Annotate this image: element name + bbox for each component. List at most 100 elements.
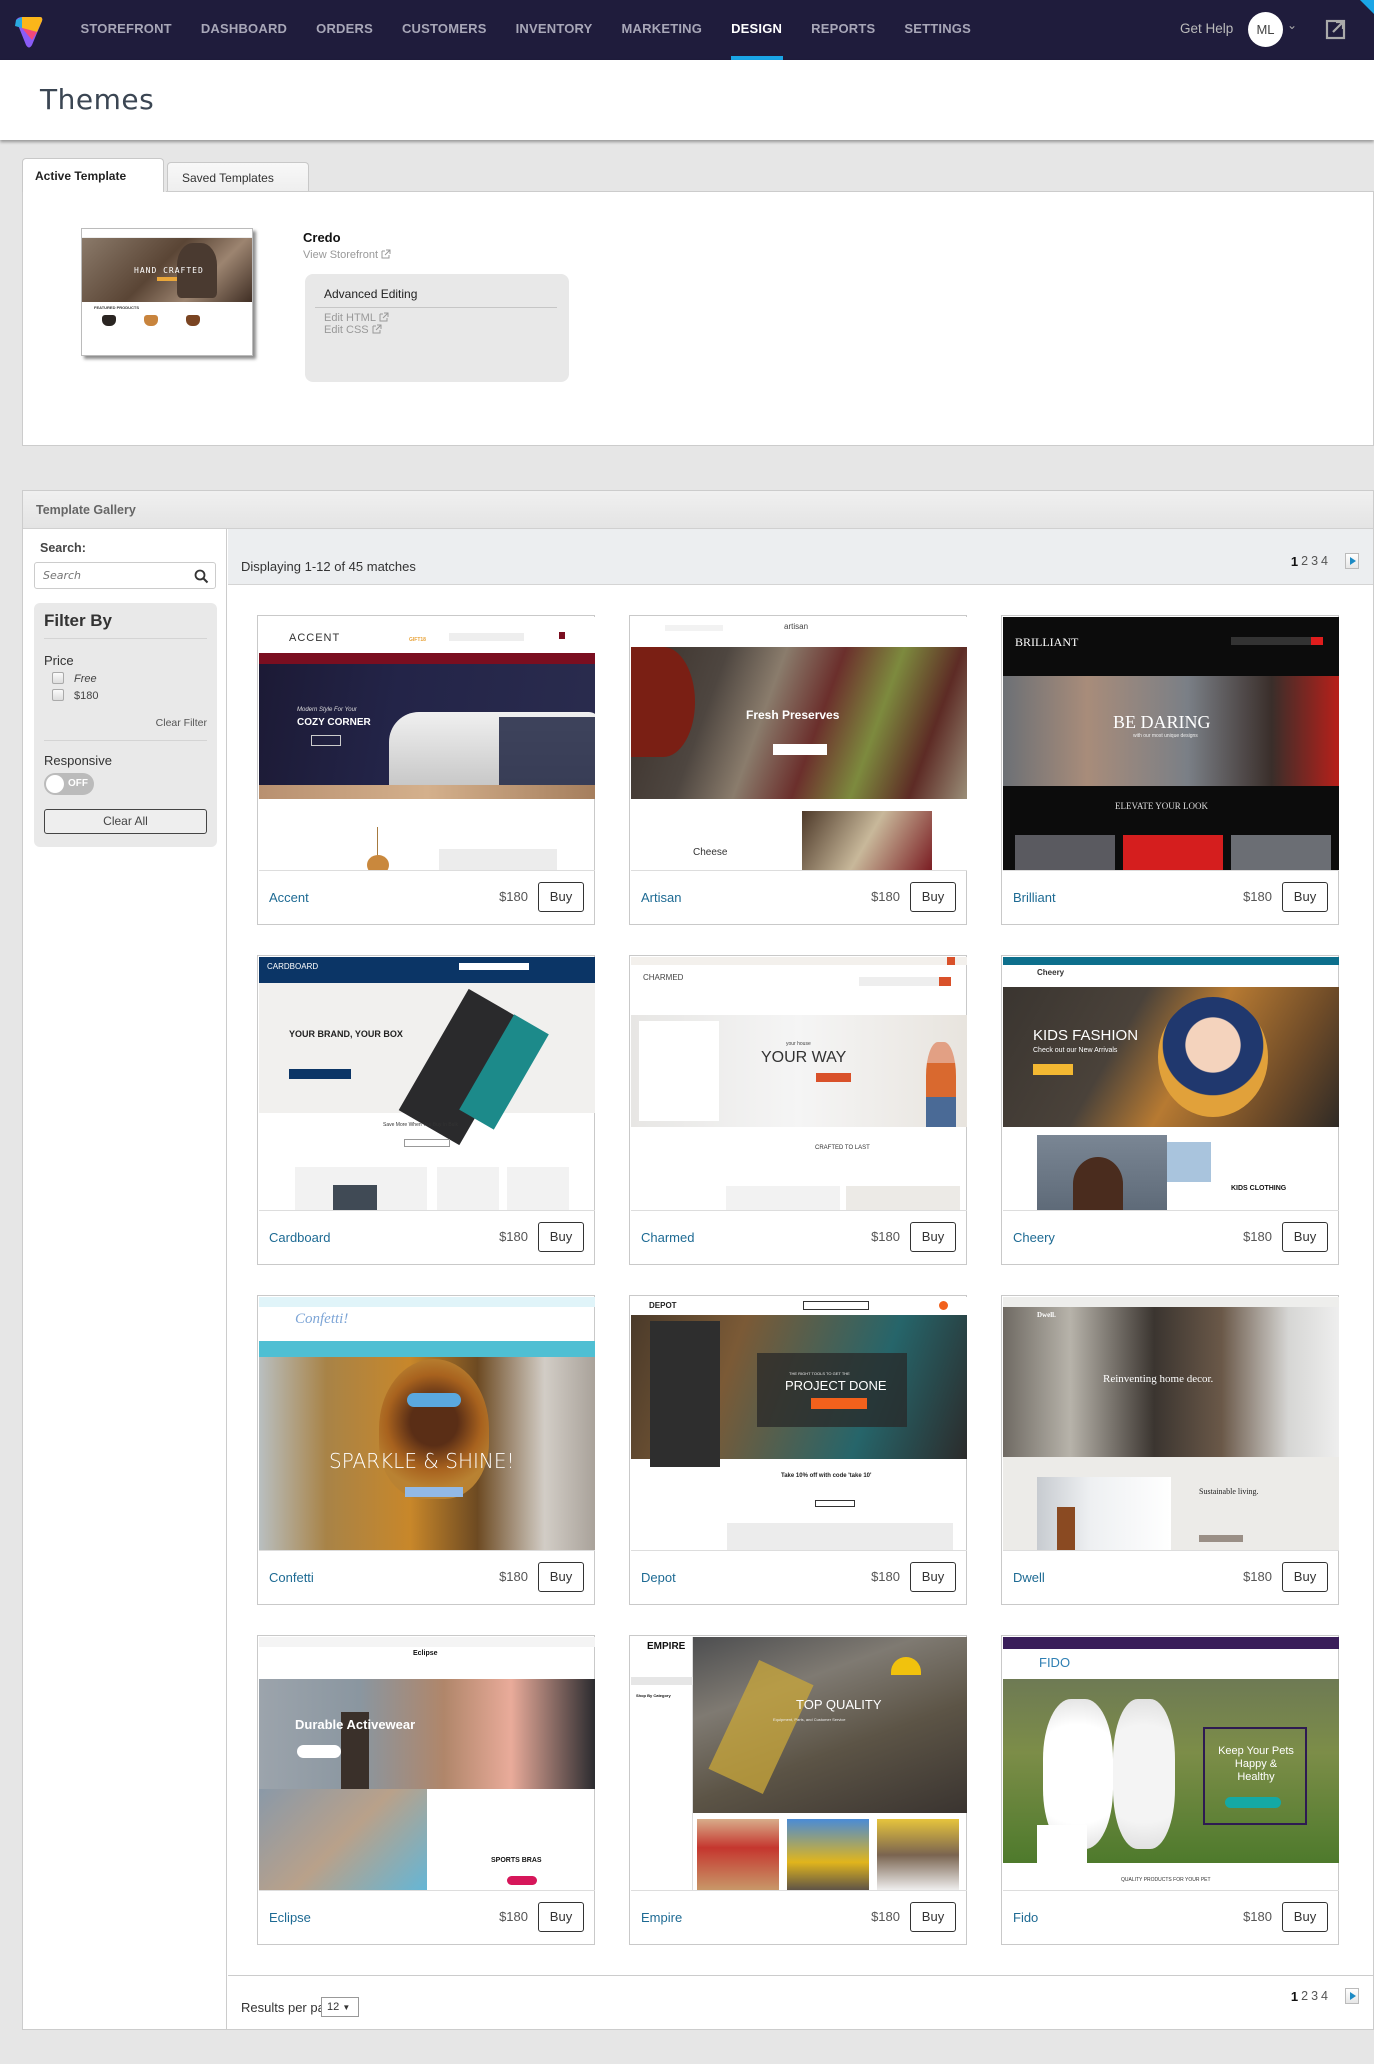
buy-button[interactable]: Buy bbox=[1282, 1562, 1328, 1592]
nav-settings[interactable]: SETTINGS bbox=[890, 0, 986, 60]
page-link-2[interactable]: 2 bbox=[1301, 554, 1308, 568]
page-link-1[interactable]: 1 bbox=[1291, 1989, 1298, 2004]
template-name[interactable]: Accent bbox=[269, 890, 309, 905]
preview-hero-text: PROJECT DONE bbox=[785, 1378, 887, 1393]
template-preview[interactable]: Dwell. Reinventing home decor. Sustainab… bbox=[1003, 1297, 1339, 1551]
template-preview[interactable]: EMPIRE Shop By Category TOP QUALITY Equi… bbox=[631, 1637, 967, 1891]
search-input[interactable] bbox=[43, 569, 183, 582]
clear-filter-link[interactable]: Clear Filter bbox=[156, 717, 207, 729]
page-link-3[interactable]: 3 bbox=[1311, 554, 1318, 568]
preview-hero-text: SPARKLE & SHINE! bbox=[329, 1449, 515, 1473]
nav-marketing[interactable]: MARKETING bbox=[607, 0, 717, 60]
template-card-confetti: Confetti! SPARKLE & SHINE! Confetti $180… bbox=[257, 1295, 595, 1605]
template-price: $180 bbox=[1243, 889, 1272, 904]
clear-all-button[interactable]: Clear All bbox=[44, 809, 207, 834]
get-help-link[interactable]: Get Help bbox=[1180, 0, 1233, 60]
template-preview[interactable]: ACCENT GIFT18 Modern Style For Your COZY… bbox=[259, 617, 595, 871]
user-avatar[interactable]: ML bbox=[1248, 12, 1283, 47]
page-link-2[interactable]: 2 bbox=[1301, 1989, 1308, 2003]
search-field[interactable] bbox=[34, 562, 216, 589]
template-name[interactable]: Brilliant bbox=[1013, 890, 1056, 905]
preview-subtitle: THE RIGHT TOOLS TO GET THE bbox=[789, 1371, 850, 1376]
preview-hero-text: TOP QUALITY bbox=[796, 1697, 882, 1712]
buy-button[interactable]: Buy bbox=[910, 1222, 956, 1252]
buy-button[interactable]: Buy bbox=[1282, 1222, 1328, 1252]
results-bar: Displaying 1-12 of 45 matches 1 2 3 4 bbox=[228, 529, 1373, 585]
nav-orders[interactable]: ORDERS bbox=[302, 0, 388, 60]
results-per-page-select[interactable]: 12 ▼ bbox=[321, 1997, 359, 2017]
template-preview[interactable]: DEPOT THE RIGHT TOOLS TO GET THE PROJECT… bbox=[631, 1297, 967, 1551]
active-template-name: Credo bbox=[303, 230, 341, 245]
template-price: $180 bbox=[499, 1909, 528, 1924]
edit-css-link[interactable]: Edit CSS bbox=[324, 324, 382, 336]
preview-brand: artisan bbox=[784, 622, 809, 631]
buy-button[interactable]: Buy bbox=[910, 1562, 956, 1592]
template-preview[interactable]: Cheery KIDS FASHION Check out our New Ar… bbox=[1003, 957, 1339, 1211]
edit-html-link[interactable]: Edit HTML bbox=[324, 312, 389, 324]
template-name[interactable]: Charmed bbox=[641, 1230, 694, 1245]
page-link-3[interactable]: 3 bbox=[1311, 1989, 1318, 2003]
next-page-arrow-icon[interactable] bbox=[1345, 1988, 1359, 2004]
preview-subtitle: Equipment, Parts, and Customer Service bbox=[773, 1717, 846, 1722]
buy-button[interactable]: Buy bbox=[538, 882, 584, 912]
price-180-checkbox[interactable] bbox=[52, 689, 64, 701]
app-logo-icon[interactable] bbox=[10, 12, 48, 50]
template-name[interactable]: Dwell bbox=[1013, 1570, 1045, 1585]
nav-reports[interactable]: REPORTS bbox=[797, 0, 890, 60]
template-gallery: Template Gallery Search: Filter By Price… bbox=[22, 490, 1374, 2030]
nav-customers[interactable]: CUSTOMERS bbox=[387, 0, 501, 60]
active-template-thumbnail[interactable]: HAND CRAFTED FEATURED PRODUCTS bbox=[81, 228, 253, 356]
template-card-empire: EMPIRE Shop By Category TOP QUALITY Equi… bbox=[629, 1635, 967, 1945]
nav-inventory[interactable]: INVENTORY bbox=[501, 0, 607, 60]
page-link-4[interactable]: 4 bbox=[1321, 554, 1328, 568]
template-name[interactable]: Cardboard bbox=[269, 1230, 330, 1245]
main-nav: STOREFRONT DASHBOARD ORDERS CUSTOMERS IN… bbox=[66, 0, 985, 60]
search-icon[interactable] bbox=[194, 569, 209, 584]
template-price: $180 bbox=[871, 1569, 900, 1584]
template-preview[interactable]: FIDO Keep Your Pets Happy & Healthy QUAL… bbox=[1003, 1637, 1339, 1891]
template-name[interactable]: Artisan bbox=[641, 890, 681, 905]
buy-button[interactable]: Buy bbox=[1282, 882, 1328, 912]
buy-button[interactable]: Buy bbox=[910, 1902, 956, 1932]
chevron-down-icon[interactable]: ⌄ bbox=[1287, 18, 1297, 32]
buy-button[interactable]: Buy bbox=[538, 1902, 584, 1932]
view-storefront-link[interactable]: View Storefront bbox=[303, 249, 391, 261]
preview-hero-text: BE DARING bbox=[1113, 712, 1211, 732]
external-link-icon[interactable] bbox=[1325, 18, 1347, 40]
template-preview[interactable]: artisan Fresh Preserves Cheese bbox=[631, 617, 967, 871]
preview-section-text: Take 10% off with code 'take 10' bbox=[781, 1473, 872, 1479]
nav-storefront[interactable]: STOREFRONT bbox=[66, 0, 186, 60]
advanced-editing-title: Advanced Editing bbox=[324, 287, 418, 301]
page-link-4[interactable]: 4 bbox=[1321, 1989, 1328, 2003]
page-link-1[interactable]: 1 bbox=[1291, 554, 1298, 569]
template-preview[interactable]: Eclipse Durable Activewear SPORTS BRAS bbox=[259, 1637, 595, 1891]
template-price: $180 bbox=[499, 1229, 528, 1244]
template-name[interactable]: Cheery bbox=[1013, 1230, 1055, 1245]
nav-design[interactable]: DESIGN bbox=[717, 0, 797, 60]
template-name[interactable]: Fido bbox=[1013, 1910, 1038, 1925]
responsive-toggle[interactable]: OFF bbox=[44, 773, 94, 795]
price-180-label: $180 bbox=[74, 690, 99, 702]
template-preview[interactable]: CARDBOARD YOUR BRAND, YOUR BOX Save More… bbox=[259, 957, 595, 1211]
tab-saved-templates[interactable]: Saved Templates bbox=[167, 162, 309, 192]
next-page-arrow-icon[interactable] bbox=[1345, 553, 1359, 569]
buy-button[interactable]: Buy bbox=[538, 1222, 584, 1252]
pagination-top: 1 2 3 4 bbox=[1291, 553, 1359, 569]
price-free-checkbox[interactable] bbox=[52, 672, 64, 684]
pagination-bottom: 1 2 3 4 bbox=[1291, 1988, 1359, 2004]
template-preview[interactable]: BRILLIANT BE DARING with our most unique… bbox=[1003, 617, 1339, 871]
template-preview[interactable]: Confetti! SPARKLE & SHINE! bbox=[259, 1297, 595, 1551]
buy-button[interactable]: Buy bbox=[1282, 1902, 1328, 1932]
nav-dashboard[interactable]: DASHBOARD bbox=[186, 0, 301, 60]
preview-section-text: Cheese bbox=[693, 847, 728, 858]
template-preview[interactable]: CHARMED your house YOUR WAY CRAFTED TO L… bbox=[631, 957, 967, 1211]
buy-button[interactable]: Buy bbox=[910, 882, 956, 912]
template-name[interactable]: Empire bbox=[641, 1910, 682, 1925]
template-card-cheery: Cheery KIDS FASHION Check out our New Ar… bbox=[1001, 955, 1339, 1265]
preview-brand: CARDBOARD bbox=[267, 962, 319, 971]
tab-active-template[interactable]: Active Template bbox=[22, 158, 164, 193]
template-name[interactable]: Depot bbox=[641, 1570, 676, 1585]
template-name[interactable]: Confetti bbox=[269, 1570, 314, 1585]
buy-button[interactable]: Buy bbox=[538, 1562, 584, 1592]
template-name[interactable]: Eclipse bbox=[269, 1910, 311, 1925]
